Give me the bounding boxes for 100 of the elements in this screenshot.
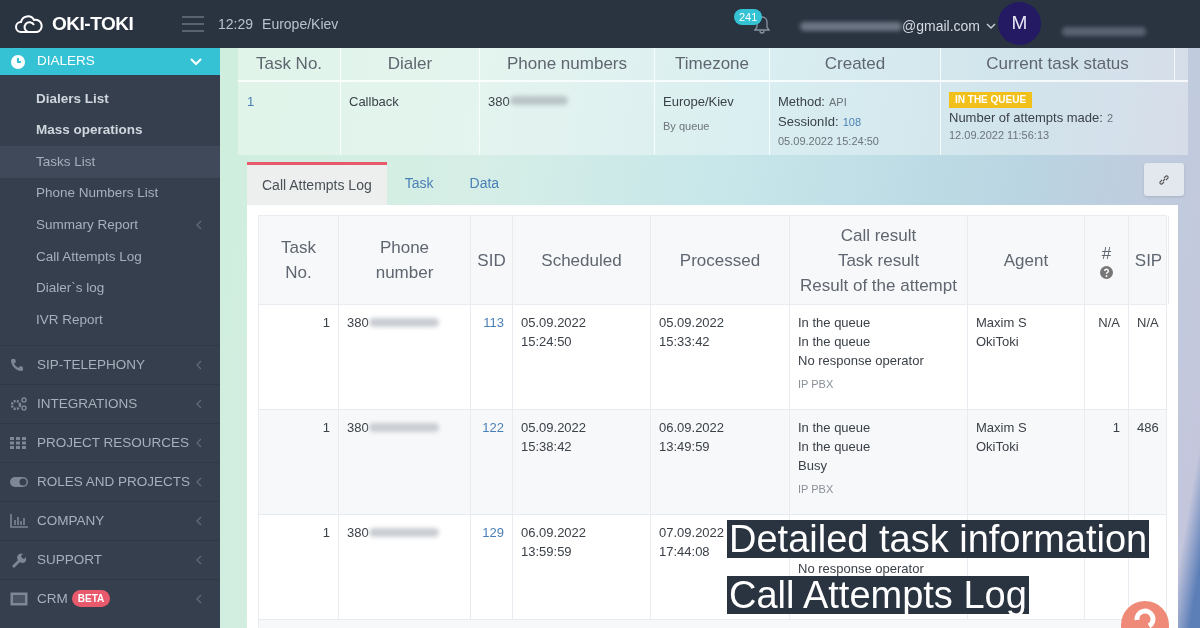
sid-link[interactable]: 113 [483, 315, 504, 330]
chevron-left-icon [196, 593, 202, 604]
scheduled-time: 15:24:50 [521, 333, 573, 351]
section-label: PROJECT RESOURCES [37, 433, 190, 452]
attempt-number: 1 [1112, 420, 1120, 435]
wrench-icon [10, 551, 26, 568]
column-header: Agent [1003, 249, 1049, 272]
chevron-down-icon[interactable] [986, 23, 996, 30]
call-result: No response operator [798, 352, 924, 370]
task-number: 1 [322, 315, 330, 330]
cloud-logo-icon [14, 13, 44, 35]
sidebar-item[interactable]: Tasks List [0, 146, 220, 178]
blurred-text [509, 96, 568, 105]
section-label: SIP-TELEPHONY [37, 355, 146, 374]
session-label: SessionId: [778, 113, 839, 131]
blurred-text [368, 423, 439, 432]
sidebar-item[interactable]: Summary Report [0, 209, 220, 241]
status-badge: IN THE QUEUE [949, 92, 1033, 108]
chevron-left-icon [196, 220, 202, 231]
attempts-label: Number of attempts made: [949, 109, 1103, 127]
clock-icon [10, 53, 26, 70]
sidebar-section[interactable]: ROLES AND PROJECTS [0, 461, 220, 501]
sidebar-item[interactable]: Dialer`s log [0, 272, 220, 305]
chevron-left-icon [196, 554, 202, 565]
sidebar-item[interactable]: Phone Numbers List [0, 177, 220, 210]
column-header: Task result [837, 249, 920, 272]
column-header: Call result [840, 224, 917, 247]
attempts-count: 2 [1106, 111, 1114, 126]
sid-link[interactable]: 129 [482, 525, 504, 540]
processed-time: 06.09.2022 [659, 419, 726, 437]
column-header: Task No. [238, 48, 341, 80]
phone-number: 380 [347, 524, 369, 542]
window-icon [10, 591, 28, 606]
bar-chart-icon [10, 513, 28, 528]
column-header: number [375, 262, 434, 284]
created-date: 05.09.2022 15:24:50 [778, 134, 879, 149]
column-header: Created [770, 48, 941, 80]
processed-time: 13:49:59 [659, 438, 711, 456]
blurred-text [368, 318, 439, 327]
chevron-left-icon [196, 398, 202, 409]
sidebar-section[interactable]: CRM BETA [0, 578, 220, 618]
session-link[interactable]: 108 [842, 113, 862, 132]
column-header: Processed [679, 249, 761, 272]
section-label: SUPPORT [37, 550, 102, 569]
phone-icon [10, 357, 24, 372]
column-header: Phone [379, 237, 430, 259]
column-header: Result of the attempt [800, 274, 957, 297]
tab[interactable]: Call Attempts Log [247, 162, 387, 205]
sid-link[interactable]: 122 [482, 420, 504, 435]
column-header: Current task status [941, 48, 1175, 80]
column-header: Timezone [655, 48, 770, 80]
scheduled-time: 05.09.2022 [521, 314, 588, 332]
sidebar-item[interactable]: IVR Report [0, 304, 220, 336]
section-label: ROLES AND PROJECTS [37, 472, 191, 491]
menu-icon[interactable] [182, 16, 204, 32]
call-result: In the queue [798, 333, 871, 351]
sip-code: N/A [1137, 315, 1159, 330]
call-result: Busy [798, 457, 827, 475]
notification-badge: 241 [734, 9, 763, 25]
caption-text: Detailed task information [727, 520, 1150, 558]
scheduled-time: 13:59:59 [521, 543, 573, 561]
sip-code: 486 [1137, 420, 1159, 435]
task-number-link[interactable]: 1 [247, 94, 255, 109]
gears-icon [10, 396, 28, 411]
processed-time: 17:44:08 [659, 543, 711, 561]
blurred-text [368, 528, 439, 537]
agent-name: OkiToki [976, 333, 1020, 351]
section-label: CRM [37, 589, 68, 608]
agent-name: OkiToki [976, 438, 1020, 456]
account-email[interactable]: @gmail.com [902, 16, 980, 37]
scheduled-time: 06.09.2022 [521, 524, 588, 542]
section-label: INTEGRATIONS [37, 394, 138, 413]
phone-number: 380 [347, 419, 369, 437]
sidebar-item[interactable]: Mass operations [0, 114, 220, 147]
tab[interactable]: Task [386, 162, 452, 205]
column-header: # [1101, 243, 1112, 265]
section-label: DIALERS [37, 52, 95, 71]
chevron-left-icon [196, 515, 202, 526]
beta-badge: BETA [71, 590, 111, 608]
sidebar-item[interactable]: Dialers List [0, 83, 220, 115]
phone-number: 380 [488, 93, 510, 111]
column-header: Phone numbers [480, 48, 655, 80]
tab[interactable]: Data [451, 162, 518, 205]
column-header: Task [281, 237, 316, 259]
column-header: No. [285, 262, 312, 284]
section-label: COMPANY [37, 511, 105, 530]
call-result: In the queue [798, 314, 871, 332]
logo-text: OKI-TOKI [52, 11, 134, 36]
call-result: In the queue [798, 419, 871, 437]
help-button-icon[interactable] [1120, 600, 1170, 628]
processed-time: 15:33:42 [659, 333, 711, 351]
attempt-number: N/A [1098, 315, 1120, 330]
updated-date: 12.09.2022 11:56:13 [949, 128, 1050, 143]
timezone-value: Europe/Kiev [663, 93, 734, 111]
sidebar-item[interactable]: Call Attempts Log [0, 240, 220, 273]
user-avatar[interactable]: M [998, 2, 1041, 45]
clock-time: 12:29 [218, 14, 254, 34]
help-icon[interactable] [1100, 266, 1113, 279]
method-value: API [829, 95, 847, 110]
scheduled-time: 05.09.2022 [521, 419, 588, 437]
